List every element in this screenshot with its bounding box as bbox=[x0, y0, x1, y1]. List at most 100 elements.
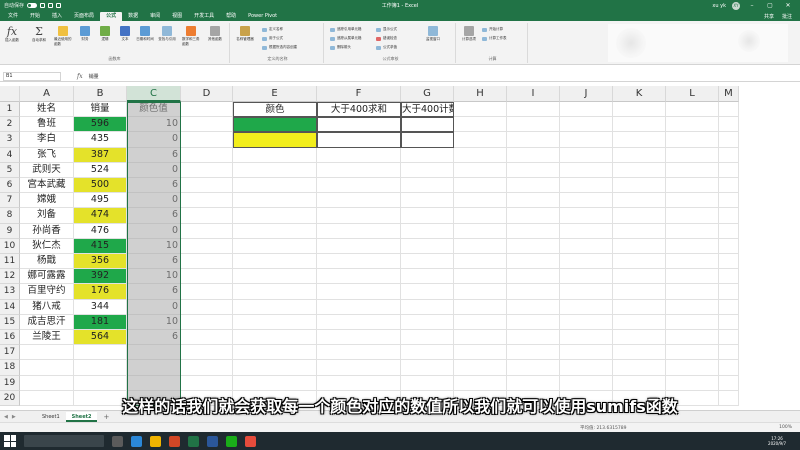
grid-cell[interactable] bbox=[719, 375, 739, 391]
grid-cell[interactable] bbox=[666, 147, 719, 163]
wechat-icon[interactable] bbox=[226, 435, 237, 447]
column-header[interactable]: I bbox=[507, 86, 560, 102]
grid-cell[interactable] bbox=[507, 223, 560, 239]
ribbon-tab[interactable]: 审阅 bbox=[144, 12, 166, 21]
row-header[interactable]: 16 bbox=[0, 330, 20, 346]
grid-cell[interactable] bbox=[454, 162, 507, 178]
column-header[interactable]: M bbox=[719, 86, 739, 102]
grid-cell[interactable] bbox=[317, 193, 401, 209]
grid-cell[interactable] bbox=[317, 375, 401, 391]
create-from-selection-button[interactable]: 根据所选内容创建 bbox=[262, 45, 297, 50]
grid-cell[interactable] bbox=[317, 223, 401, 239]
ribbon-tab[interactable]: 公式 bbox=[100, 12, 123, 21]
grid-cell[interactable] bbox=[719, 284, 739, 300]
grid-cell[interactable] bbox=[666, 208, 719, 224]
grid-cell[interactable] bbox=[317, 162, 401, 178]
grid-cell[interactable] bbox=[613, 132, 666, 148]
grid-cell[interactable] bbox=[233, 162, 317, 178]
calc-now-button[interactable]: 开始计算 bbox=[482, 27, 503, 32]
grid-cell[interactable] bbox=[401, 162, 454, 178]
grid-cell[interactable] bbox=[613, 178, 666, 194]
grid-cell[interactable] bbox=[719, 223, 739, 239]
redo-icon[interactable] bbox=[56, 3, 62, 8]
name-cell[interactable]: 兰陵王 bbox=[20, 330, 74, 346]
grid-cell[interactable] bbox=[507, 254, 560, 270]
restore-icon[interactable]: ▢ bbox=[764, 2, 776, 9]
grid-cell[interactable] bbox=[181, 223, 233, 239]
grid-cell[interactable] bbox=[181, 330, 233, 346]
comments-button[interactable]: 批注 bbox=[782, 13, 792, 20]
grid-cell[interactable] bbox=[666, 314, 719, 330]
grid-cell[interactable] bbox=[454, 345, 507, 361]
name-cell[interactable]: 成吉思汗 bbox=[20, 314, 74, 330]
grid-cell[interactable] bbox=[401, 330, 454, 346]
name-cell[interactable]: 刘备 bbox=[20, 208, 74, 224]
grid-cell[interactable] bbox=[454, 330, 507, 346]
summary-header-color[interactable]: 颜色 bbox=[233, 102, 317, 118]
name-cell[interactable]: 狄仁杰 bbox=[20, 238, 74, 254]
grid-cell[interactable] bbox=[719, 162, 739, 178]
grid-cell[interactable] bbox=[233, 299, 317, 315]
ribbon-tab[interactable]: 页面布局 bbox=[68, 12, 100, 21]
column-header[interactable]: K bbox=[613, 86, 666, 102]
grid-cell[interactable] bbox=[719, 254, 739, 270]
grid-cell[interactable] bbox=[317, 330, 401, 346]
ribbon-tab[interactable]: 开发工具 bbox=[188, 12, 220, 21]
grid-cell[interactable] bbox=[233, 345, 317, 361]
grid-cell[interactable] bbox=[181, 208, 233, 224]
color-value-cell[interactable]: 0 bbox=[127, 223, 181, 239]
grid-cell[interactable] bbox=[454, 178, 507, 194]
column-header[interactable]: D bbox=[181, 86, 233, 102]
sales-cell[interactable]: 495 bbox=[74, 193, 127, 209]
grid-cell[interactable] bbox=[666, 132, 719, 148]
name-cell[interactable]: 宫本武藏 bbox=[20, 178, 74, 194]
color-value-cell[interactable]: 0 bbox=[127, 299, 181, 315]
grid-cell[interactable] bbox=[181, 345, 233, 361]
grid-cell[interactable] bbox=[454, 314, 507, 330]
use-in-formula-button[interactable]: 用于公式 bbox=[262, 36, 283, 41]
color-value-cell[interactable]: 6 bbox=[127, 147, 181, 163]
grid-cell[interactable] bbox=[613, 314, 666, 330]
sales-cell[interactable]: 435 bbox=[74, 132, 127, 148]
task-view-icon[interactable] bbox=[112, 435, 123, 447]
summary-header-sum[interactable]: 大于400求和 bbox=[317, 102, 401, 118]
autosave-toggle[interactable] bbox=[27, 3, 38, 8]
grid-cell[interactable] bbox=[560, 360, 613, 376]
grid-cell[interactable] bbox=[719, 314, 739, 330]
grid-cell[interactable] bbox=[401, 360, 454, 376]
close-icon[interactable]: ✕ bbox=[782, 2, 794, 9]
grid-cell[interactable] bbox=[613, 299, 666, 315]
calc-sheet-button[interactable]: 计算工作表 bbox=[482, 36, 507, 41]
error-check-button[interactable]: 错误检查 bbox=[376, 36, 397, 41]
calc-options-button[interactable]: 计算选项 bbox=[460, 26, 478, 42]
grid-cell[interactable] bbox=[666, 284, 719, 300]
grid-cell[interactable] bbox=[719, 238, 739, 254]
grid-cell[interactable] bbox=[719, 345, 739, 361]
summary-header-count[interactable]: 大于400计数 bbox=[401, 102, 454, 118]
color-value-cell[interactable]: 10 bbox=[127, 314, 181, 330]
grid-cell[interactable] bbox=[181, 132, 233, 148]
grid-cell[interactable] bbox=[613, 345, 666, 361]
grid-cell[interactable] bbox=[507, 269, 560, 285]
grid-cell[interactable] bbox=[317, 299, 401, 315]
grid-cell[interactable] bbox=[507, 208, 560, 224]
row-header[interactable]: 14 bbox=[0, 299, 20, 315]
color-value-cell[interactable]: 6 bbox=[127, 254, 181, 270]
grid-cell[interactable] bbox=[613, 193, 666, 209]
formula-input[interactable]: 销量 bbox=[89, 73, 99, 80]
grid-cell[interactable] bbox=[666, 345, 719, 361]
grid-cell[interactable] bbox=[317, 314, 401, 330]
grid-cell[interactable] bbox=[401, 284, 454, 300]
color-value-cell[interactable]: 10 bbox=[127, 117, 181, 133]
grid-cell[interactable] bbox=[454, 147, 507, 163]
sales-cell[interactable]: 596 bbox=[74, 117, 127, 133]
grid-cell[interactable] bbox=[454, 360, 507, 376]
row-header[interactable]: 8 bbox=[0, 208, 20, 224]
grid-cell[interactable] bbox=[401, 178, 454, 194]
ribbon-tab[interactable]: 文件 bbox=[2, 12, 24, 21]
grid-cell[interactable] bbox=[181, 102, 233, 118]
column-header[interactable]: J bbox=[560, 86, 613, 102]
row-header[interactable]: 13 bbox=[0, 284, 20, 300]
grid-cell[interactable] bbox=[454, 117, 507, 133]
grid-cell[interactable] bbox=[613, 117, 666, 133]
